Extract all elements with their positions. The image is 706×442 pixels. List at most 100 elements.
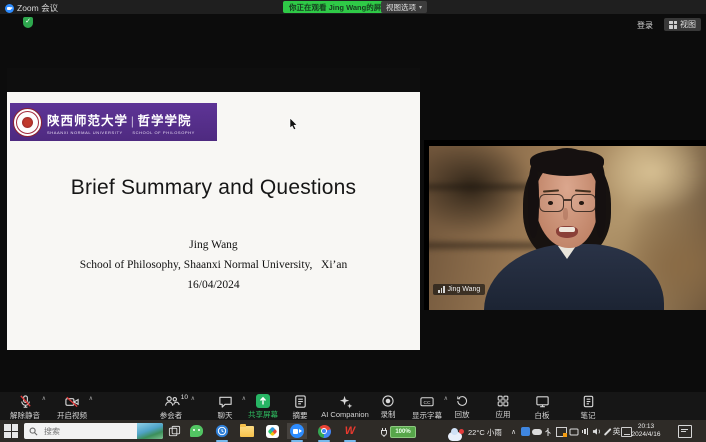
ai-sparkle-icon (338, 394, 353, 409)
wechat-app-icon[interactable] (188, 423, 204, 439)
glasses-bridge (564, 199, 571, 201)
app-store-icon[interactable] (264, 423, 280, 439)
participant-video-tile[interactable]: Jing Wang (424, 140, 706, 310)
chevron-down-icon: ▾ (419, 4, 422, 11)
whiteboard-button[interactable]: 白板 (520, 394, 564, 419)
weather-cloud-icon[interactable] (447, 428, 463, 442)
smiling-mouth (556, 226, 578, 238)
slide-byline: Jing Wang School of Philosophy, Shaanxi … (7, 235, 420, 295)
ai-companion-label: AI Companion (321, 410, 369, 419)
slide-author: Jing Wang (7, 235, 420, 255)
school-cn: 哲学学院 (138, 114, 192, 128)
mic-muted-icon (18, 394, 33, 409)
audio-level-icon (438, 286, 445, 293)
battery-percentage: 100% (390, 426, 416, 438)
view-options-button[interactable]: 视图选项 ▾ (381, 1, 427, 13)
participant-name: Jing Wang (448, 286, 481, 293)
university-name-en: SHAANXI NORMAL UNIVERSITY SCHOOL OF PHIL… (47, 130, 195, 135)
university-seal-logo (13, 108, 42, 137)
replay-label: 回放 (455, 409, 470, 420)
person-hair-side (595, 164, 606, 238)
screenshot-tool-icon[interactable] (556, 426, 567, 437)
usb-device-icon[interactable] (542, 426, 553, 437)
start-button[interactable] (4, 424, 18, 438)
view-layout-label: 视图 (680, 19, 696, 30)
mouse-cursor (289, 118, 298, 130)
slide-date: 16/04/2024 (7, 275, 420, 295)
apps-icon (496, 394, 510, 408)
window-titlebar: Zoom 会议 你正在观看 Jing Wang的屏幕 视图选项 ▾ (0, 0, 706, 14)
participants-options-chevron[interactable]: ∧ (191, 395, 195, 402)
power-plug-icon (380, 427, 388, 437)
weather-temperature[interactable]: 22°C 小雨 (468, 427, 502, 438)
taskbar-date: 2024/4/16 (628, 431, 664, 439)
zoom-taskbar-icon[interactable] (287, 423, 307, 439)
chrome-icon[interactable] (316, 423, 332, 439)
participant-name-tag: Jing Wang (433, 284, 485, 295)
whiteboard-icon (535, 394, 550, 409)
meeting-toolbar: 解除静音 ∧ 开启视频 ∧ 参会者 10 ∧ (0, 392, 706, 420)
participants-count-badge: 10 (181, 394, 188, 401)
volume-icon[interactable] (591, 426, 602, 437)
zoom-app-icon (5, 4, 14, 13)
meeting-security-shield-icon[interactable]: ✓ (23, 17, 33, 28)
apps-label: 应用 (496, 409, 511, 420)
replay-icon (455, 394, 469, 408)
signin-button[interactable]: 登录 (637, 20, 653, 31)
university-en: SHAANXI NORMAL UNIVERSITY (47, 130, 123, 135)
battery-status[interactable]: 100% (380, 426, 416, 438)
view-layout-button[interactable]: 视图 (664, 18, 701, 31)
participants-button[interactable]: 参会者 10 ∧ (146, 394, 196, 419)
network-signal-icon[interactable] (580, 426, 591, 437)
banner-divider: | (131, 114, 135, 128)
tray-app-blue-icon[interactable] (520, 426, 531, 437)
task-view-button[interactable] (166, 423, 182, 439)
captions-icon: CC (419, 394, 435, 409)
share-screen-icon (256, 394, 270, 408)
unmute-button[interactable]: 解除静音 ∧ (3, 394, 47, 419)
file-transfer-icon[interactable] (568, 426, 579, 437)
apps-button[interactable]: 应用 (481, 394, 525, 419)
notes-icon (581, 394, 596, 409)
search-highlight-art[interactable] (137, 423, 163, 439)
notes-button[interactable]: 笔记 (566, 394, 610, 419)
eye (548, 201, 553, 205)
record-label: 录制 (381, 409, 396, 420)
taskbar-time: 20:13 (628, 423, 664, 431)
hidden-icons-chevron[interactable]: ∧ (508, 426, 519, 437)
participants-icon (163, 394, 180, 409)
start-video-button[interactable]: 开启视频 ∧ (50, 394, 94, 419)
taskbar-clock[interactable]: 20:13 2024/4/16 (628, 423, 664, 439)
person-hair-side (528, 164, 539, 238)
eye (579, 201, 584, 205)
view-options-label: 视图选项 (386, 2, 416, 13)
notification-center-icon[interactable] (678, 425, 692, 438)
university-cn: 陕西师范大学 (47, 114, 128, 128)
university-banner-text: 陕西师范大学|哲学学院 SHAANXI NORMAL UNIVERSITY SC… (47, 110, 195, 135)
replay-button[interactable]: 回放 (440, 394, 484, 419)
layout-grid-icon (669, 21, 677, 29)
app-title: Zoom 会议 (17, 2, 58, 14)
cloud-sync-icon[interactable] (531, 426, 542, 437)
shared-screen-area: 陕西师范大学|哲学学院 SHAANXI NORMAL UNIVERSITY SC… (7, 68, 420, 350)
zoom-meeting-window: Zoom 会议 你正在观看 Jing Wang的屏幕 视图选项 ▾ ✓ 登录 视… (0, 0, 706, 442)
presentation-slide: 陕西师范大学|哲学学院 SHAANXI NORMAL UNIVERSITY SC… (7, 92, 420, 350)
search-input[interactable] (42, 426, 132, 437)
record-button[interactable]: 录制 (366, 394, 410, 419)
search-icon (29, 427, 38, 436)
share-screen-label: 共享屏幕 (248, 409, 278, 420)
university-name-cn: 陕西师范大学|哲学学院 (47, 110, 195, 129)
taskbar-search-box[interactable] (24, 423, 163, 439)
university-banner: 陕西师范大学|哲学学院 SHAANXI NORMAL UNIVERSITY SC… (10, 103, 217, 141)
chat-icon (218, 394, 233, 409)
video-options-chevron[interactable]: ∧ (89, 395, 93, 402)
camera-off-icon (64, 394, 80, 409)
clock-app-icon[interactable] (214, 423, 230, 439)
record-icon (381, 394, 395, 408)
signin-label: 登录 (637, 20, 653, 31)
audio-options-chevron[interactable]: ∧ (42, 395, 46, 402)
file-explorer-icon[interactable] (239, 423, 255, 439)
app-title-group: Zoom 会议 (5, 2, 58, 14)
wps-office-icon[interactable]: W (342, 423, 358, 439)
slide-affiliation: School of Philosophy, Shaanxi Normal Uni… (7, 255, 420, 275)
